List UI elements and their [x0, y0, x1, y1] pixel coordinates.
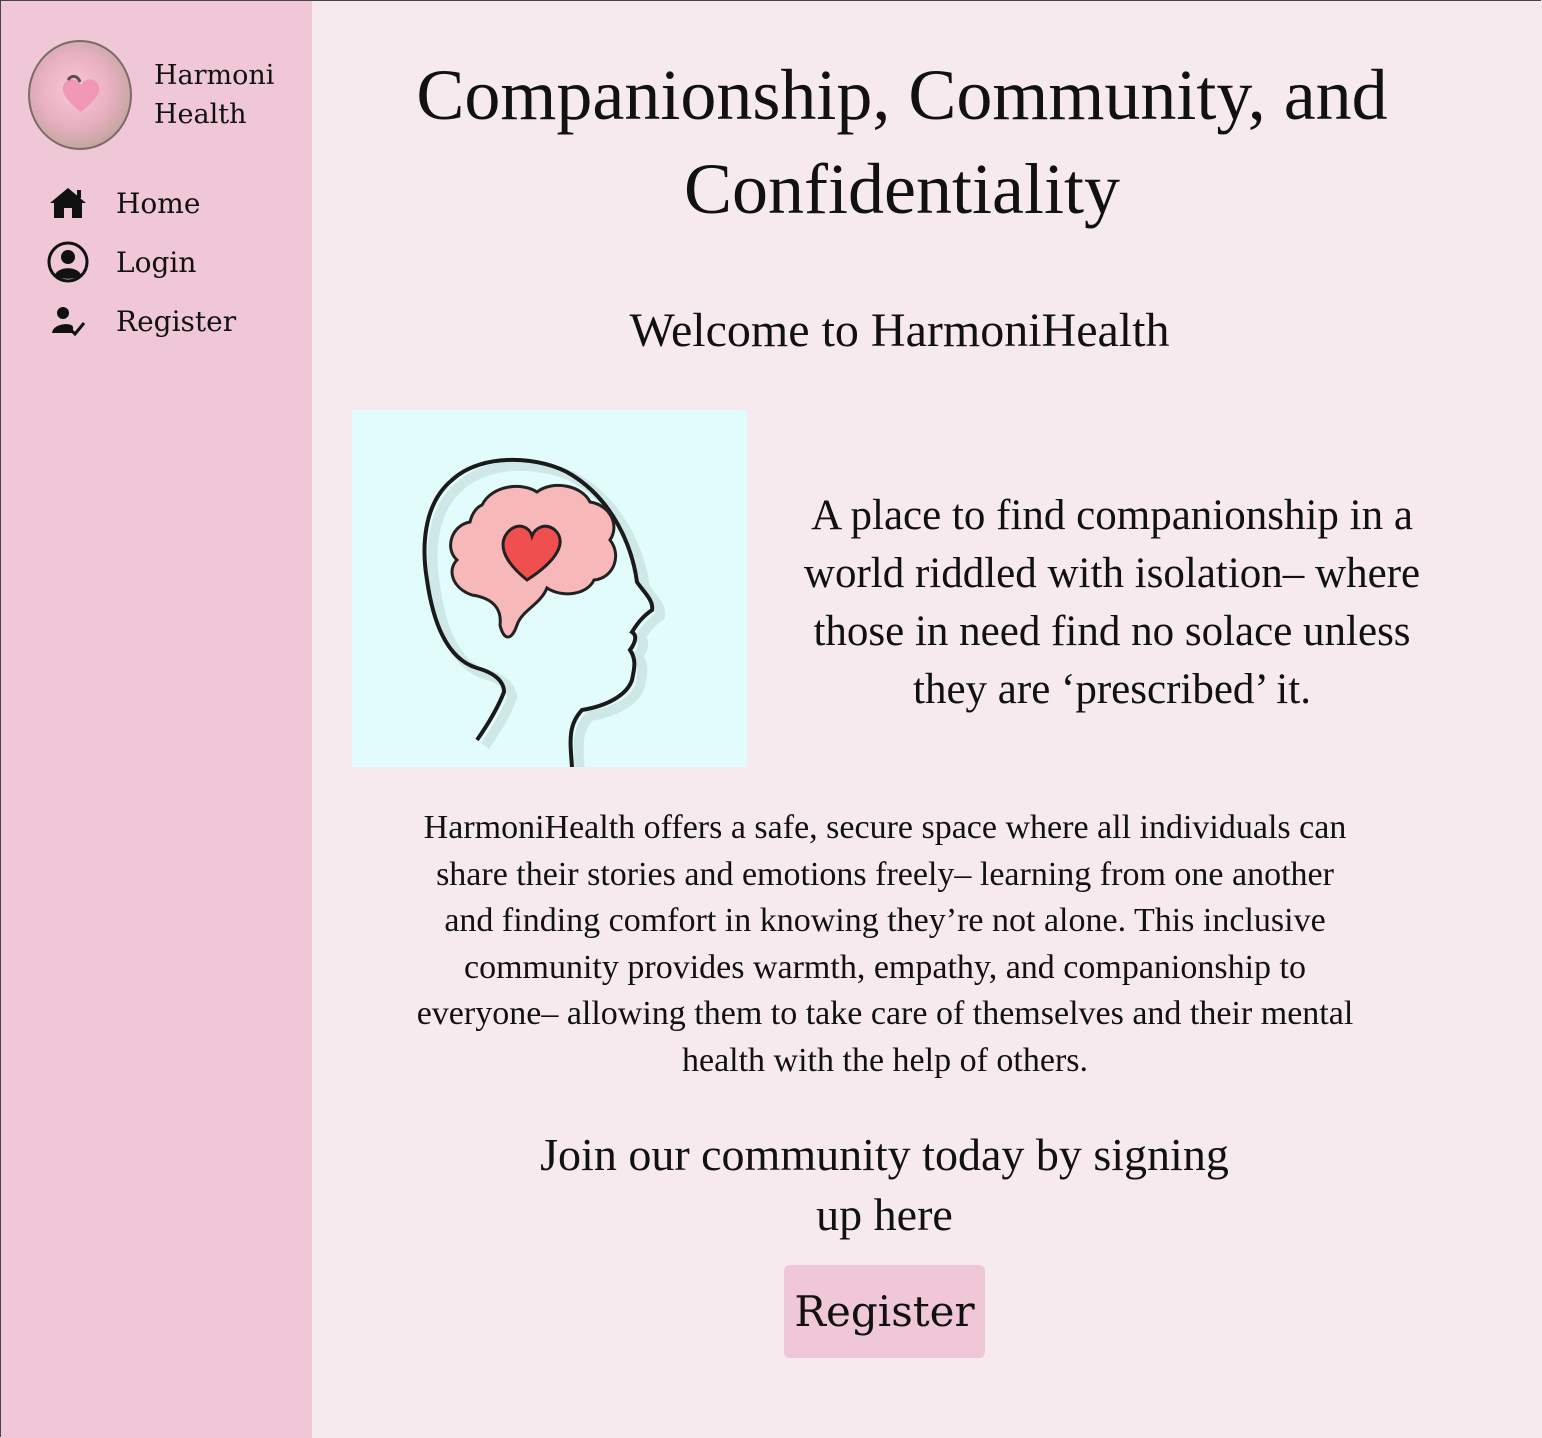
description: HarmoniHealth offers a safe, secure spac…: [416, 809, 1354, 1079]
nav-label-register: Register: [116, 304, 237, 338]
nav-item-home[interactable]: Home: [46, 181, 236, 225]
nav-item-login[interactable]: Login: [46, 240, 236, 284]
user-check-icon: [46, 299, 90, 343]
brand-name-line2: Health: [154, 99, 247, 130]
nav-label-login: Login: [116, 245, 197, 279]
tagline: A place to find companionship in a world…: [803, 492, 1421, 713]
user-circle-icon: [46, 240, 90, 284]
logo-heart-icon: [62, 74, 100, 112]
brand[interactable]: Harmoni Health: [28, 40, 274, 150]
logo: [28, 40, 132, 150]
sidebar-nav: Home Login Register: [46, 181, 236, 358]
sidebar: Harmoni Health Home Login Register: [1, 1, 312, 1438]
main-content: Companionship, Community, and Confidenti…: [312, 0, 1542, 1438]
brand-name-line1: Harmoni: [154, 60, 275, 91]
brand-name: Harmoni Health: [154, 56, 274, 134]
brain-heart-illustration: [352, 410, 747, 767]
welcome-heading: Welcome to HarmoniHealth: [629, 304, 1170, 357]
page-title: Companionship, Community, and Confidenti…: [416, 55, 1388, 229]
nav-label-home: Home: [116, 186, 201, 220]
home-icon: [46, 181, 90, 225]
register-button[interactable]: Register: [784, 1265, 985, 1358]
join-prompt: Join our community today by signing up h…: [540, 1129, 1229, 1240]
nav-item-register[interactable]: Register: [46, 299, 236, 343]
